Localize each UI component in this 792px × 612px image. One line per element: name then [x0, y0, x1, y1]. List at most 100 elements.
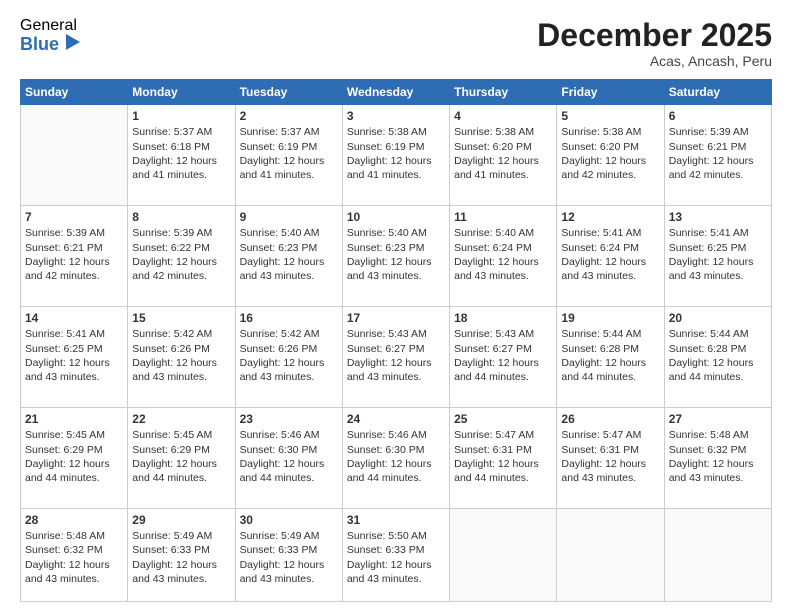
- daylight-text: Daylight: 12 hours and 41 minutes.: [347, 154, 445, 182]
- day-number: 10: [347, 209, 445, 225]
- sunrise-text: Sunrise: 5:44 AM: [669, 327, 767, 341]
- calendar-cell: 18Sunrise: 5:43 AMSunset: 6:27 PMDayligh…: [450, 307, 557, 408]
- sunset-text: Sunset: 6:21 PM: [25, 241, 123, 255]
- calendar-cell: 31Sunrise: 5:50 AMSunset: 6:33 PMDayligh…: [342, 509, 449, 602]
- daylight-text: Daylight: 12 hours and 41 minutes.: [240, 154, 338, 182]
- calendar-cell: 13Sunrise: 5:41 AMSunset: 6:25 PMDayligh…: [664, 206, 771, 307]
- day-number: 11: [454, 209, 552, 225]
- day-number: 7: [25, 209, 123, 225]
- calendar-header-row: SundayMondayTuesdayWednesdayThursdayFrid…: [21, 80, 772, 105]
- daylight-text: Daylight: 12 hours and 43 minutes.: [347, 356, 445, 384]
- calendar-cell: 19Sunrise: 5:44 AMSunset: 6:28 PMDayligh…: [557, 307, 664, 408]
- calendar-cell: 11Sunrise: 5:40 AMSunset: 6:24 PMDayligh…: [450, 206, 557, 307]
- sunset-text: Sunset: 6:28 PM: [561, 342, 659, 356]
- day-header-sunday: Sunday: [21, 80, 128, 105]
- daylight-text: Daylight: 12 hours and 42 minutes.: [669, 154, 767, 182]
- daylight-text: Daylight: 12 hours and 44 minutes.: [347, 457, 445, 485]
- daylight-text: Daylight: 12 hours and 42 minutes.: [561, 154, 659, 182]
- sunset-text: Sunset: 6:23 PM: [347, 241, 445, 255]
- sunset-text: Sunset: 6:24 PM: [454, 241, 552, 255]
- sunrise-text: Sunrise: 5:45 AM: [132, 428, 230, 442]
- sunrise-text: Sunrise: 5:40 AM: [454, 226, 552, 240]
- day-number: 4: [454, 108, 552, 124]
- sunset-text: Sunset: 6:33 PM: [240, 543, 338, 557]
- logo-text: General Blue: [20, 18, 84, 54]
- sunset-text: Sunset: 6:33 PM: [132, 543, 230, 557]
- sunset-text: Sunset: 6:20 PM: [561, 140, 659, 154]
- daylight-text: Daylight: 12 hours and 44 minutes.: [561, 356, 659, 384]
- daylight-text: Daylight: 12 hours and 43 minutes.: [561, 255, 659, 283]
- daylight-text: Daylight: 12 hours and 43 minutes.: [669, 457, 767, 485]
- sunrise-text: Sunrise: 5:43 AM: [454, 327, 552, 341]
- sunset-text: Sunset: 6:33 PM: [347, 543, 445, 557]
- sunset-text: Sunset: 6:23 PM: [240, 241, 338, 255]
- sunrise-text: Sunrise: 5:47 AM: [454, 428, 552, 442]
- day-number: 29: [132, 512, 230, 528]
- calendar-cell: 23Sunrise: 5:46 AMSunset: 6:30 PMDayligh…: [235, 408, 342, 509]
- sunrise-text: Sunrise: 5:48 AM: [25, 529, 123, 543]
- daylight-text: Daylight: 12 hours and 44 minutes.: [132, 457, 230, 485]
- day-number: 30: [240, 512, 338, 528]
- sunrise-text: Sunrise: 5:47 AM: [561, 428, 659, 442]
- day-header-wednesday: Wednesday: [342, 80, 449, 105]
- sunset-text: Sunset: 6:31 PM: [561, 443, 659, 457]
- daylight-text: Daylight: 12 hours and 44 minutes.: [240, 457, 338, 485]
- logo-icon: [62, 32, 84, 54]
- sunset-text: Sunset: 6:19 PM: [347, 140, 445, 154]
- day-number: 2: [240, 108, 338, 124]
- sunrise-text: Sunrise: 5:48 AM: [669, 428, 767, 442]
- calendar-cell: 15Sunrise: 5:42 AMSunset: 6:26 PMDayligh…: [128, 307, 235, 408]
- calendar-cell: [664, 509, 771, 602]
- calendar-cell: [450, 509, 557, 602]
- day-number: 14: [25, 310, 123, 326]
- day-number: 15: [132, 310, 230, 326]
- sunset-text: Sunset: 6:30 PM: [347, 443, 445, 457]
- calendar-cell: [557, 509, 664, 602]
- sunrise-text: Sunrise: 5:42 AM: [240, 327, 338, 341]
- daylight-text: Daylight: 12 hours and 43 minutes.: [132, 356, 230, 384]
- sunset-text: Sunset: 6:20 PM: [454, 140, 552, 154]
- sunset-text: Sunset: 6:32 PM: [669, 443, 767, 457]
- logo: General Blue: [20, 18, 84, 54]
- sunrise-text: Sunrise: 5:37 AM: [132, 125, 230, 139]
- sunset-text: Sunset: 6:32 PM: [25, 543, 123, 557]
- calendar-cell: 9Sunrise: 5:40 AMSunset: 6:23 PMDaylight…: [235, 206, 342, 307]
- sunset-text: Sunset: 6:27 PM: [454, 342, 552, 356]
- daylight-text: Daylight: 12 hours and 43 minutes.: [669, 255, 767, 283]
- day-number: 13: [669, 209, 767, 225]
- day-number: 23: [240, 411, 338, 427]
- sunrise-text: Sunrise: 5:41 AM: [25, 327, 123, 341]
- calendar-week-3: 14Sunrise: 5:41 AMSunset: 6:25 PMDayligh…: [21, 307, 772, 408]
- calendar-cell: 10Sunrise: 5:40 AMSunset: 6:23 PMDayligh…: [342, 206, 449, 307]
- day-number: 17: [347, 310, 445, 326]
- calendar-cell: 5Sunrise: 5:38 AMSunset: 6:20 PMDaylight…: [557, 105, 664, 206]
- sunrise-text: Sunrise: 5:43 AM: [347, 327, 445, 341]
- sunset-text: Sunset: 6:31 PM: [454, 443, 552, 457]
- calendar-cell: 12Sunrise: 5:41 AMSunset: 6:24 PMDayligh…: [557, 206, 664, 307]
- day-header-friday: Friday: [557, 80, 664, 105]
- calendar-cell: 22Sunrise: 5:45 AMSunset: 6:29 PMDayligh…: [128, 408, 235, 509]
- day-number: 3: [347, 108, 445, 124]
- sunset-text: Sunset: 6:25 PM: [669, 241, 767, 255]
- sunset-text: Sunset: 6:29 PM: [132, 443, 230, 457]
- calendar-cell: 6Sunrise: 5:39 AMSunset: 6:21 PMDaylight…: [664, 105, 771, 206]
- day-number: 12: [561, 209, 659, 225]
- calendar-cell: 24Sunrise: 5:46 AMSunset: 6:30 PMDayligh…: [342, 408, 449, 509]
- calendar-cell: [21, 105, 128, 206]
- sunrise-text: Sunrise: 5:42 AM: [132, 327, 230, 341]
- sunset-text: Sunset: 6:24 PM: [561, 241, 659, 255]
- page: General Blue December 2025 Acas, Ancash,…: [0, 0, 792, 612]
- sunrise-text: Sunrise: 5:39 AM: [132, 226, 230, 240]
- daylight-text: Daylight: 12 hours and 42 minutes.: [25, 255, 123, 283]
- sunrise-text: Sunrise: 5:45 AM: [25, 428, 123, 442]
- calendar-cell: 28Sunrise: 5:48 AMSunset: 6:32 PMDayligh…: [21, 509, 128, 602]
- day-number: 31: [347, 512, 445, 528]
- day-number: 19: [561, 310, 659, 326]
- daylight-text: Daylight: 12 hours and 43 minutes.: [347, 558, 445, 586]
- daylight-text: Daylight: 12 hours and 44 minutes.: [454, 356, 552, 384]
- daylight-text: Daylight: 12 hours and 43 minutes.: [132, 558, 230, 586]
- daylight-text: Daylight: 12 hours and 43 minutes.: [25, 558, 123, 586]
- calendar-week-4: 21Sunrise: 5:45 AMSunset: 6:29 PMDayligh…: [21, 408, 772, 509]
- sunrise-text: Sunrise: 5:46 AM: [347, 428, 445, 442]
- calendar-cell: 3Sunrise: 5:38 AMSunset: 6:19 PMDaylight…: [342, 105, 449, 206]
